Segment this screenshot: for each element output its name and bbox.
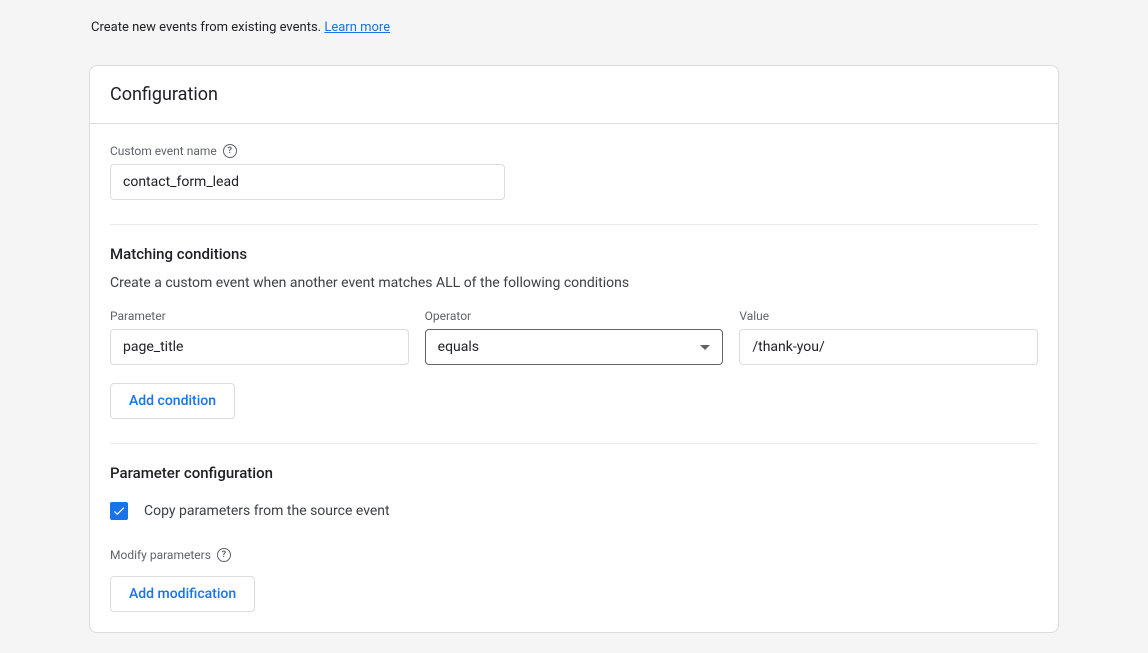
condition-row: Parameter Operator equals Value [110, 309, 1038, 365]
parameter-label: Parameter [110, 309, 409, 323]
intro-description: Create new events from existing events. [91, 20, 324, 35]
copy-params-label: Copy parameters from the source event [144, 503, 390, 519]
modify-params-label: Modify parameters [110, 548, 211, 562]
copy-params-checkbox[interactable] [110, 502, 128, 520]
event-name-input[interactable] [110, 164, 505, 200]
value-input[interactable] [739, 329, 1038, 365]
help-icon[interactable]: ? [217, 548, 231, 562]
learn-more-link[interactable]: Learn more [324, 20, 390, 35]
copy-params-row: Copy parameters from the source event [110, 502, 1038, 520]
help-icon[interactable]: ? [223, 144, 237, 158]
add-modification-button[interactable]: Add modification [110, 576, 255, 612]
chevron-down-icon [700, 345, 710, 350]
parameter-col: Parameter [110, 309, 409, 365]
event-name-label-row: Custom event name ? [110, 144, 1038, 158]
matching-conditions-desc: Create a custom event when another event… [110, 275, 1038, 291]
parameter-input[interactable] [110, 329, 409, 365]
divider [110, 224, 1038, 225]
check-icon [112, 504, 126, 518]
operator-select[interactable]: equals [425, 329, 724, 365]
card-title: Configuration [110, 84, 1038, 105]
matching-conditions-title: Matching conditions [110, 245, 1038, 263]
value-label: Value [739, 309, 1038, 323]
card-header: Configuration [90, 66, 1058, 124]
modify-params-label-row: Modify parameters ? [110, 548, 1038, 562]
divider [110, 443, 1038, 444]
parameter-config-title: Parameter configuration [110, 464, 1038, 482]
event-name-label: Custom event name [110, 144, 217, 158]
operator-value: equals [438, 339, 701, 355]
add-condition-button[interactable]: Add condition [110, 383, 235, 419]
value-col: Value [739, 309, 1038, 365]
configuration-card: Configuration Custom event name ? Matchi… [89, 65, 1059, 633]
operator-col: Operator equals [425, 309, 724, 365]
operator-label: Operator [425, 309, 724, 323]
intro-text: Create new events from existing events. … [89, 20, 1059, 35]
